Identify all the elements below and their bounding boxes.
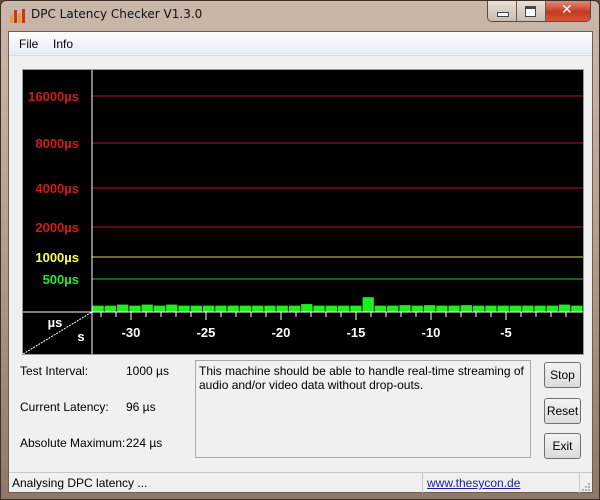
status-text: Analysing DPC latency ... bbox=[12, 476, 148, 490]
app-bar-chart-icon bbox=[10, 9, 26, 23]
x-tick-label: -30 bbox=[122, 325, 141, 340]
y-tick-label: 500µs bbox=[43, 272, 79, 287]
latency-bar bbox=[190, 305, 202, 312]
latency-bar bbox=[227, 305, 239, 312]
current-latency-label: Current Latency: bbox=[20, 400, 109, 414]
latency-bar bbox=[202, 305, 215, 312]
y-unit-label: µs bbox=[48, 315, 63, 330]
latency-bar bbox=[129, 305, 141, 312]
y-tick-label: 16000µs bbox=[28, 89, 79, 104]
title-bar[interactable]: DPC Latency Checker V1.3.0 ✕ bbox=[1, 1, 599, 31]
latency-bar bbox=[301, 304, 313, 312]
latency-bar bbox=[399, 305, 411, 312]
latency-bar bbox=[178, 305, 190, 312]
reset-button[interactable]: Reset bbox=[544, 398, 581, 424]
latency-chart: 16000µs 8000µs 4000µs 2000µs 1000µs 500µs µs s -… bbox=[22, 69, 584, 355]
minimize-icon bbox=[497, 12, 509, 17]
minimize-button[interactable] bbox=[488, 1, 517, 21]
latency-bar bbox=[288, 305, 301, 312]
status-bar: Analysing DPC latency ... www.thesycon.d… bbox=[9, 472, 592, 493]
latency-bar bbox=[92, 305, 104, 312]
app-window: DPC Latency Checker V1.3.0 ✕ File Info 1… bbox=[0, 0, 600, 500]
x-tick-label: -20 bbox=[272, 325, 291, 340]
client-area: File Info 16000µs 8000µs 4000µs 2000µs 1000µ… bbox=[8, 31, 593, 493]
latency-bar bbox=[460, 305, 473, 312]
stop-button[interactable]: Stop bbox=[544, 362, 581, 388]
latency-bar bbox=[558, 304, 571, 312]
menu-info[interactable]: Info bbox=[53, 37, 73, 51]
resize-grip-icon[interactable] bbox=[580, 481, 590, 491]
latency-chart-svg: 16000µs 8000µs 4000µs 2000µs 1000µs 500µs µss -… bbox=[23, 70, 583, 354]
window-controls: ✕ bbox=[487, 1, 591, 22]
y-tick-label: 2000µs bbox=[35, 220, 79, 235]
y-tick-label: 8000µs bbox=[35, 136, 79, 151]
status-separator bbox=[422, 473, 423, 493]
latency-bar bbox=[362, 297, 374, 312]
latency-bar bbox=[276, 305, 288, 312]
x-tick-label: -15 bbox=[347, 325, 366, 340]
exit-button[interactable]: Exit bbox=[544, 433, 581, 459]
latency-bar bbox=[325, 305, 337, 312]
latency-bar bbox=[534, 305, 546, 312]
latency-bar bbox=[485, 305, 497, 312]
close-icon: ✕ bbox=[561, 2, 573, 18]
absolute-maximum-value: 224 µs bbox=[126, 436, 163, 450]
menu-bar: File Info bbox=[9, 32, 592, 56]
latency-bar bbox=[374, 305, 387, 312]
latency-bar bbox=[387, 305, 399, 312]
latency-bar bbox=[522, 305, 534, 312]
latency-bar bbox=[338, 305, 350, 312]
latency-bar bbox=[166, 304, 178, 312]
latency-bar bbox=[411, 305, 423, 312]
maximize-icon bbox=[525, 6, 536, 17]
result-message-text: This machine should be able to handle re… bbox=[199, 364, 524, 392]
latency-bar bbox=[117, 304, 129, 312]
latency-bar bbox=[313, 305, 325, 312]
absolute-maximum-label: Absolute Maximum: bbox=[20, 436, 126, 450]
x-tick-label: -5 bbox=[500, 325, 512, 340]
latency-bar bbox=[509, 305, 522, 312]
latency-bar bbox=[252, 305, 264, 312]
latency-bar bbox=[571, 305, 583, 312]
current-latency-value: 96 µs bbox=[126, 400, 156, 414]
latency-bar bbox=[436, 305, 448, 312]
latency-bar bbox=[104, 305, 117, 312]
maximize-button[interactable] bbox=[517, 1, 546, 21]
website-link[interactable]: www.thesycon.de bbox=[427, 476, 520, 490]
result-message-box[interactable]: This machine should be able to handle re… bbox=[195, 360, 531, 458]
window-title: DPC Latency Checker V1.3.0 bbox=[31, 7, 203, 21]
latency-bar bbox=[215, 305, 227, 312]
latency-bar bbox=[473, 305, 485, 312]
test-interval-value: 1000 µs bbox=[126, 364, 169, 378]
latency-bar bbox=[423, 305, 436, 312]
latency-bar bbox=[264, 305, 276, 312]
latency-bar bbox=[497, 305, 509, 312]
x-tick-label: -10 bbox=[422, 325, 441, 340]
x-unit-label: s bbox=[77, 329, 84, 344]
x-tick-label: -25 bbox=[197, 325, 216, 340]
close-button[interactable]: ✕ bbox=[546, 1, 590, 21]
latency-bar bbox=[350, 305, 362, 312]
latency-bar bbox=[546, 305, 558, 312]
y-tick-label: 4000µs bbox=[35, 181, 79, 196]
latency-bar bbox=[239, 305, 252, 312]
latency-bar bbox=[153, 305, 166, 312]
menu-file[interactable]: File bbox=[19, 37, 38, 51]
latency-bar bbox=[141, 304, 153, 312]
y-tick-label: 1000µs bbox=[35, 250, 79, 265]
latency-bar bbox=[448, 305, 460, 312]
test-interval-label: Test Interval: bbox=[20, 364, 89, 378]
